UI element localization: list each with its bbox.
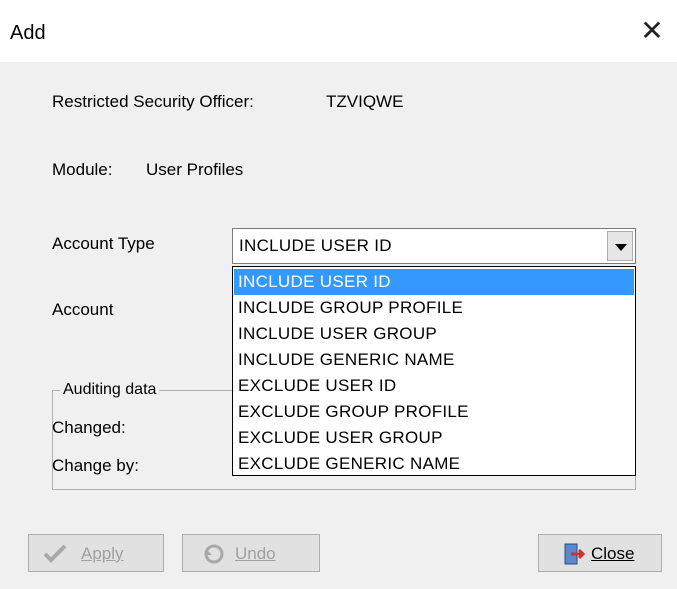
- undo-button-label: Undo: [235, 544, 276, 564]
- title-bar: Add ✕: [0, 0, 677, 62]
- dropdown-item-exclude-generic-name[interactable]: EXCLUDE GENERIC NAME: [234, 451, 634, 477]
- dropdown-item-include-generic-name[interactable]: INCLUDE GENERIC NAME: [234, 347, 634, 373]
- window-title: Add: [10, 22, 46, 44]
- undo-label-text: Undo: [235, 544, 276, 563]
- dropdown-item-exclude-user-id[interactable]: EXCLUDE USER ID: [234, 373, 634, 399]
- dropdown-item-exclude-user-group[interactable]: EXCLUDE USER GROUP: [234, 425, 634, 451]
- apply-button-label: Apply: [81, 544, 124, 564]
- module-value: User Profiles: [146, 160, 244, 179]
- account-type-dropdown-list: INCLUDE USER ID INCLUDE GROUP PROFILE IN…: [232, 266, 636, 476]
- close-icon[interactable]: ✕: [637, 16, 667, 46]
- dropdown-item-include-user-group[interactable]: INCLUDE USER GROUP: [234, 321, 634, 347]
- dropdown-item-include-user-id[interactable]: INCLUDE USER ID: [234, 269, 634, 295]
- close-label-text: Close: [591, 544, 635, 563]
- undo-button[interactable]: Undo: [182, 534, 320, 572]
- dropdown-item-exclude-group-profile[interactable]: EXCLUDE GROUP PROFILE: [234, 399, 634, 425]
- dropdown-button[interactable]: [607, 231, 633, 261]
- changed-label: Changed:: [52, 418, 126, 437]
- module-label: Module:: [52, 160, 113, 179]
- account-label: Account: [52, 300, 114, 319]
- add-dialog: Add ✕ Restricted Security Officer: TZVIQ…: [0, 0, 677, 589]
- apply-button[interactable]: Apply: [28, 534, 164, 572]
- dropdown-item-include-group-profile[interactable]: INCLUDE GROUP PROFILE: [234, 295, 634, 321]
- apply-label-text: Apply: [81, 544, 124, 563]
- account-type-select[interactable]: INCLUDE USER ID: [232, 228, 636, 264]
- chevron-down-icon: [615, 244, 627, 251]
- close-button-label: Close: [591, 544, 634, 564]
- close-button[interactable]: Close: [538, 534, 662, 572]
- change-by-label: Change by:: [52, 456, 139, 475]
- officer-value: TZVIQWE: [326, 92, 404, 111]
- account-type-label: Account Type: [52, 234, 155, 253]
- exit-door-icon: [563, 543, 586, 570]
- undo-icon: [203, 543, 225, 570]
- account-type-selected-value: INCLUDE USER ID: [239, 236, 392, 255]
- checkmark-icon: [43, 543, 67, 568]
- officer-label: Restricted Security Officer:: [52, 92, 254, 111]
- auditing-group-title: Auditing data: [60, 381, 160, 399]
